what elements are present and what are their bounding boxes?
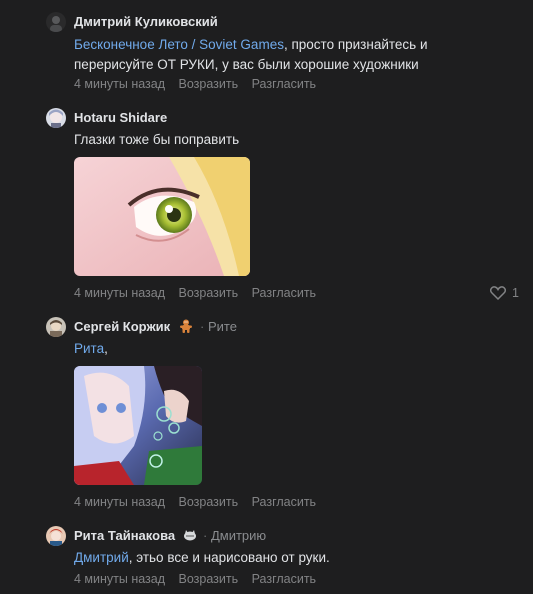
comment-footer: 4 минуты назад Возразить Разгласить bbox=[74, 494, 326, 510]
comment-photo[interactable] bbox=[74, 157, 250, 276]
comment-time[interactable]: 4 минуты назад bbox=[74, 77, 165, 91]
reply-to-label: · Рите bbox=[200, 319, 237, 335]
reply-button[interactable]: Возразить bbox=[179, 572, 239, 586]
separator-dot: · bbox=[203, 528, 208, 543]
like-count: 1 bbox=[512, 286, 519, 300]
gingerbread-emoji-icon bbox=[180, 319, 192, 333]
avatar[interactable] bbox=[46, 317, 66, 337]
comment-author[interactable]: Рита Тайнакова bbox=[74, 528, 175, 544]
avatar[interactable] bbox=[46, 12, 66, 32]
reply-button[interactable]: Возразить bbox=[179, 286, 239, 300]
reply-to-label: · Дмитрию bbox=[203, 528, 266, 544]
mention-link[interactable]: Дмитрий bbox=[74, 550, 129, 565]
agree-button[interactable]: Разгласить bbox=[252, 77, 316, 91]
comment-photo[interactable] bbox=[74, 366, 202, 485]
avatar[interactable] bbox=[46, 526, 66, 546]
reply-to-name[interactable]: Рите bbox=[208, 319, 237, 334]
separator-dot: · bbox=[200, 319, 205, 334]
cat-emoji-icon bbox=[184, 530, 196, 541]
comment-body: , этьо все и нарисовано от руки. bbox=[128, 550, 330, 565]
comment-text: Рита, bbox=[74, 339, 494, 359]
mention-link[interactable]: Рита bbox=[74, 341, 104, 356]
agree-button[interactable]: Разгласить bbox=[252, 495, 316, 509]
comment-footer: 4 минуты назад Возразить Разгласить bbox=[74, 76, 326, 92]
comment-time[interactable]: 4 минуты назад bbox=[74, 286, 165, 300]
comment-text: Дмитрий, этьо все и нарисовано от руки. bbox=[74, 548, 494, 568]
comment-footer: 4 минуты назад Возразить Разгласить bbox=[74, 571, 326, 587]
agree-button[interactable]: Разгласить bbox=[252, 572, 316, 586]
comment-text: Бесконечное Лето / Soviet Games, просто … bbox=[74, 35, 494, 75]
agree-button[interactable]: Разгласить bbox=[252, 286, 316, 300]
comment-time[interactable]: 4 минуты назад bbox=[74, 572, 165, 586]
comment-footer: 4 минуты назад Возразить Разгласить bbox=[74, 285, 326, 301]
comment-time[interactable]: 4 минуты назад bbox=[74, 495, 165, 509]
comment-author[interactable]: Дмитрий Куликовский bbox=[74, 14, 218, 30]
reply-button[interactable]: Возразить bbox=[179, 77, 239, 91]
comment-body: , bbox=[104, 341, 108, 356]
mention-link[interactable]: Бесконечное Лето / Soviet Games bbox=[74, 37, 284, 52]
like-button[interactable]: 1 bbox=[490, 285, 519, 301]
reply-button[interactable]: Возразить bbox=[179, 495, 239, 509]
comment-author[interactable]: Hotaru Shidare bbox=[74, 110, 167, 126]
comment-text: Глазки тоже бы поправить bbox=[74, 132, 240, 147]
avatar[interactable] bbox=[46, 108, 66, 128]
heart-icon bbox=[490, 286, 507, 300]
comment-author[interactable]: Сергей Коржик bbox=[74, 319, 170, 335]
reply-to-name[interactable]: Дмитрию bbox=[211, 528, 266, 543]
